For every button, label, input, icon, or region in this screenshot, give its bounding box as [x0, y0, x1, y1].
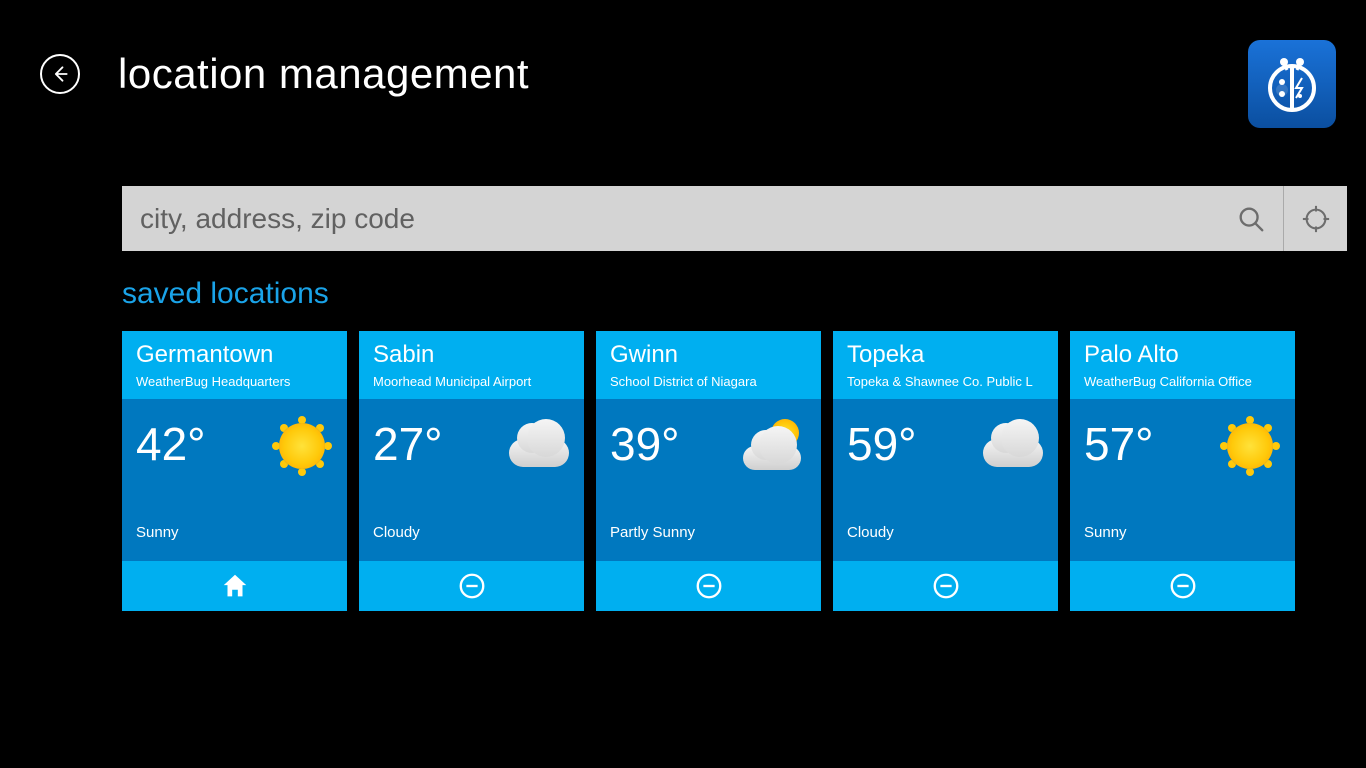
- sunny-icon: [1227, 423, 1273, 469]
- sunny-icon: [279, 423, 325, 469]
- app-logo: [1248, 40, 1336, 128]
- search-icon: [1236, 204, 1266, 234]
- tile-condition: Cloudy: [373, 524, 420, 541]
- tile-body: 59°Cloudy: [833, 399, 1058, 561]
- remove-button[interactable]: [359, 561, 584, 611]
- tile-header: Gwinn School District of Niagara: [596, 331, 821, 399]
- location-tile[interactable]: Palo Alto WeatherBug California Office 57°…: [1070, 331, 1295, 611]
- section-title: saved locations: [122, 277, 1366, 311]
- cloudy-icon: [983, 439, 1043, 467]
- remove-icon: [1168, 571, 1198, 601]
- tile-station: Moorhead Municipal Airport: [373, 374, 570, 389]
- tile-station: WeatherBug Headquarters: [136, 374, 333, 389]
- partly-sunny-icon: [741, 419, 811, 474]
- home-button[interactable]: [122, 561, 347, 611]
- tile-body: 57°Sunny: [1070, 399, 1295, 561]
- remove-icon: [931, 571, 961, 601]
- remove-button[interactable]: [1070, 561, 1295, 611]
- search-input[interactable]: [122, 186, 1219, 251]
- tile-body: 42°Sunny: [122, 399, 347, 561]
- remove-button[interactable]: [596, 561, 821, 611]
- tile-header: Palo Alto WeatherBug California Office: [1070, 331, 1295, 399]
- tile-condition: Sunny: [136, 524, 179, 541]
- search-button[interactable]: [1219, 186, 1283, 251]
- weatherbug-logo-icon: [1260, 52, 1324, 116]
- remove-icon: [457, 571, 487, 601]
- tile-station: School District of Niagara: [610, 374, 807, 389]
- remove-button[interactable]: [833, 561, 1058, 611]
- cloudy-icon: [509, 439, 569, 467]
- location-tile[interactable]: Sabin Moorhead Municipal Airport 27°Cloudy: [359, 331, 584, 611]
- tile-header: Topeka Topeka & Shawnee Co. Public L: [833, 331, 1058, 399]
- location-tile[interactable]: Gwinn School District of Niagara 39°Partly…: [596, 331, 821, 611]
- tile-condition: Cloudy: [847, 524, 894, 541]
- tile-condition: Sunny: [1084, 524, 1127, 541]
- remove-icon: [694, 571, 724, 601]
- location-tile[interactable]: Topeka Topeka & Shawnee Co. Public L 59°Cl…: [833, 331, 1058, 611]
- tile-body: 27°Cloudy: [359, 399, 584, 561]
- tile-city: Topeka: [847, 341, 1044, 370]
- back-button[interactable]: [40, 54, 80, 94]
- search-bar: [122, 186, 1347, 251]
- locate-button[interactable]: [1283, 186, 1347, 251]
- page-title: location management: [118, 50, 529, 98]
- tile-city: Gwinn: [610, 341, 807, 370]
- arrow-left-icon: [50, 64, 70, 84]
- locate-icon: [1301, 204, 1331, 234]
- tile-station: WeatherBug California Office: [1084, 374, 1281, 389]
- tile-station: Topeka & Shawnee Co. Public L: [847, 374, 1044, 389]
- tile-city: Palo Alto: [1084, 341, 1281, 370]
- tile-city: Germantown: [136, 341, 333, 370]
- tile-header: Germantown WeatherBug Headquarters: [122, 331, 347, 399]
- location-tiles: Germantown WeatherBug Headquarters 42°Sunn…: [122, 331, 1366, 611]
- location-tile[interactable]: Germantown WeatherBug Headquarters 42°Sunn…: [122, 331, 347, 611]
- tile-header: Sabin Moorhead Municipal Airport: [359, 331, 584, 399]
- tile-body: 39°Partly Sunny: [596, 399, 821, 561]
- home-icon: [220, 571, 250, 601]
- tile-city: Sabin: [373, 341, 570, 370]
- tile-condition: Partly Sunny: [610, 524, 695, 541]
